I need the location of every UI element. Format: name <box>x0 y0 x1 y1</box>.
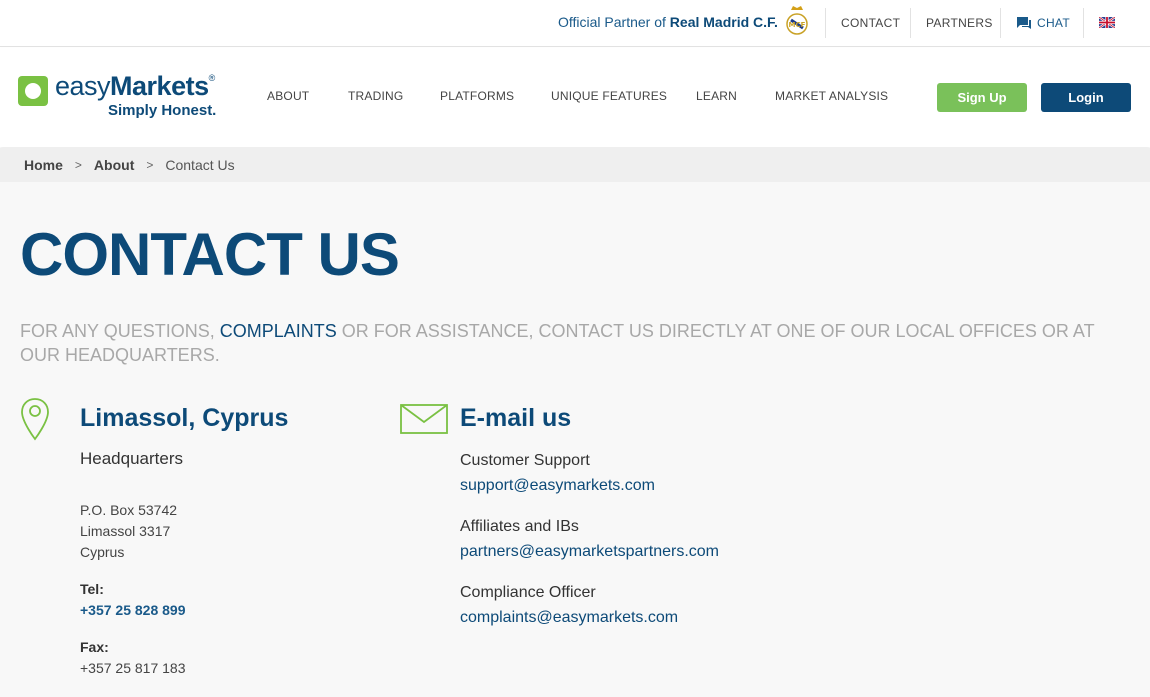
uk-flag-icon[interactable] <box>1099 17 1115 28</box>
topnav-divider <box>910 8 911 38</box>
tel-link[interactable]: +357 25 828 899 <box>80 602 186 618</box>
logo-wordmark[interactable]: easyMarkets® <box>55 71 215 102</box>
chat-label: CHAT <box>1037 16 1070 30</box>
real-madrid-crest-icon[interactable]: MCF <box>785 4 809 38</box>
fax-number: +357 25 817 183 <box>80 660 186 676</box>
topnav-divider <box>1083 8 1084 38</box>
email-label-support: Customer Support <box>460 452 590 469</box>
logo-easy: easy <box>55 71 111 101</box>
partner-prefix: Official Partner of <box>558 14 666 30</box>
fax-label: Fax: <box>80 639 109 655</box>
address-line: Cyprus <box>80 544 125 560</box>
tel-label: Tel: <box>80 581 104 597</box>
login-button[interactable]: Login <box>1041 83 1131 112</box>
main-content: CONTACT US FOR ANY QUESTIONS, COMPLAINTS… <box>0 182 1150 697</box>
email-link-support[interactable]: support@easymarkets.com <box>460 477 655 495</box>
intro-text: FOR ANY QUESTIONS, COMPLAINTS OR FOR ASS… <box>20 319 1130 367</box>
breadcrumb-separator: > <box>146 158 154 172</box>
signup-button[interactable]: Sign Up <box>937 83 1027 112</box>
nav-about[interactable]: ABOUT <box>267 89 309 103</box>
top-bar: Official Partner of Real Madrid C.F. MCF… <box>0 0 1150 47</box>
page-title: CONTACT US <box>20 221 400 288</box>
easymarkets-logo-icon[interactable] <box>18 76 48 106</box>
email-title: E-mail us <box>460 404 572 432</box>
intro-prefix: FOR ANY QUESTIONS, <box>20 321 215 341</box>
email-label-compliance: Compliance Officer <box>460 584 596 601</box>
email-label-affiliates: Affiliates and IBs <box>460 518 579 535</box>
breadcrumb-current: Contact Us <box>165 157 235 173</box>
topnav-divider <box>1000 8 1001 38</box>
breadcrumb: Home > About > Contact Us <box>0 148 1150 182</box>
email-link-compliance[interactable]: complaints@easymarkets.com <box>460 609 678 627</box>
topnav-divider <box>825 8 826 38</box>
chat-icon <box>1017 17 1031 29</box>
nav-market-analysis[interactable]: MARKET ANALYSIS <box>775 89 888 103</box>
svg-text:MCF: MCF <box>789 21 806 29</box>
address-line: Limassol 3317 <box>80 523 171 539</box>
nav-trading[interactable]: TRADING <box>348 89 403 103</box>
topnav-contact[interactable]: CONTACT <box>841 8 900 38</box>
address-line: P.O. Box 53742 <box>80 502 178 518</box>
partner-name: Real Madrid C.F. <box>669 14 778 30</box>
logo-tagline: Simply Honest. <box>108 102 217 119</box>
office-title: Limassol, Cyprus <box>80 404 289 432</box>
breadcrumb-separator: > <box>74 158 82 172</box>
topnav-partners[interactable]: PARTNERS <box>926 8 993 38</box>
nav-platforms[interactable]: PLATFORMS <box>440 89 514 103</box>
office-subtitle: Headquarters <box>80 449 184 468</box>
breadcrumb-about[interactable]: About <box>94 157 134 173</box>
breadcrumb-home[interactable]: Home <box>24 157 63 173</box>
topnav-chat[interactable]: CHAT <box>1017 8 1070 38</box>
complaints-link[interactable]: COMPLAINTS <box>220 321 337 341</box>
logo-registered: ® <box>208 73 216 83</box>
location-pin-icon <box>21 398 49 441</box>
nav-learn[interactable]: LEARN <box>696 89 737 103</box>
partner-text[interactable]: Official Partner of Real Madrid C.F. <box>558 14 778 30</box>
main-header: easyMarkets® Simply Honest. ABOUT TRADIN… <box>0 48 1150 147</box>
nav-unique-features[interactable]: UNIQUE FEATURES <box>551 89 667 103</box>
envelope-icon <box>400 404 448 434</box>
logo-markets: Markets <box>110 71 209 101</box>
email-link-affiliates[interactable]: partners@easymarketspartners.com <box>460 543 719 561</box>
